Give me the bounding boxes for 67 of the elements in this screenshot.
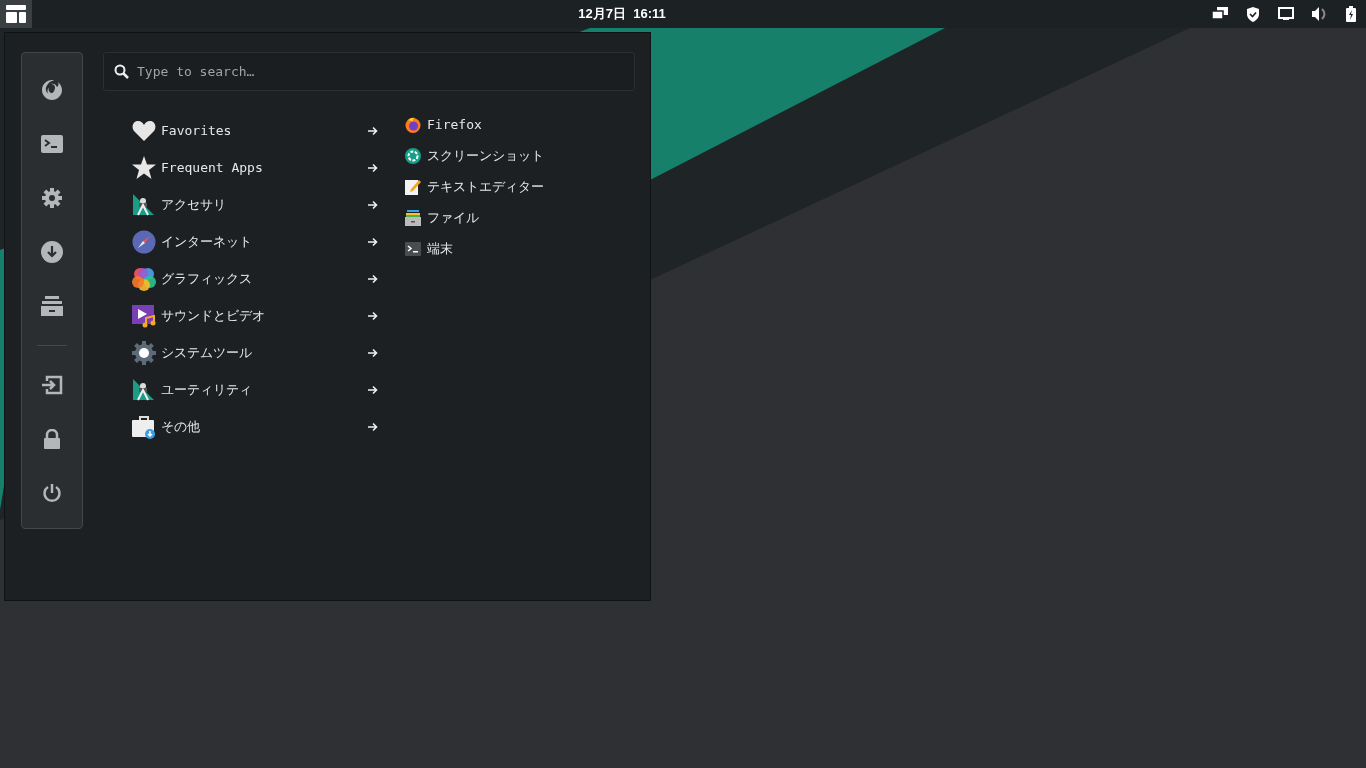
search-icon (114, 64, 129, 79)
film-music-icon (132, 303, 156, 328)
logout-icon (41, 375, 63, 395)
category-label: システムツール (161, 343, 253, 362)
category-label: サウンドとビデオ (161, 306, 266, 325)
volume-icon[interactable] (1312, 7, 1328, 21)
category-label: アクセサリ (161, 195, 227, 214)
app-item[interactable]: 端末 (405, 233, 544, 264)
category-item[interactable]: インターネット (129, 223, 378, 260)
arrow-icon (368, 199, 378, 210)
star-icon (132, 155, 156, 180)
category-item[interactable]: Favorites (129, 112, 378, 149)
category-item[interactable]: その他 (129, 408, 378, 445)
category-item[interactable]: グラフィックス (129, 260, 378, 297)
app-item[interactable]: Firefox (405, 109, 544, 140)
category-item[interactable]: サウンドとビデオ (129, 297, 378, 334)
layout-icon (6, 5, 26, 23)
gear-icon (132, 340, 156, 365)
app-item[interactable]: テキストエディター (405, 171, 544, 202)
app-label: ファイル (427, 208, 479, 227)
arrow-icon (368, 125, 378, 136)
lock-icon (43, 429, 61, 449)
category-label: その他 (161, 417, 201, 436)
category-label: インターネット (161, 232, 253, 251)
drafting-tools-icon (132, 192, 156, 217)
battery-icon[interactable] (1346, 6, 1356, 22)
arrow-icon (368, 310, 378, 321)
terminal-icon (41, 135, 63, 153)
settings-icon (42, 188, 62, 208)
shutter-icon (405, 147, 421, 164)
power-icon (42, 483, 62, 503)
app-item[interactable]: スクリーンショット (405, 140, 544, 171)
category-item[interactable]: システムツール (129, 334, 378, 371)
app-label: 端末 (427, 239, 453, 258)
category-item[interactable]: Frequent Apps (129, 149, 378, 186)
clock[interactable]: 12月7日 16:11 (578, 4, 666, 24)
file-cabinet-icon (41, 296, 63, 316)
fox-globe-icon (405, 116, 421, 133)
category-label: グラフィックス (161, 269, 253, 288)
briefcase-icon (132, 414, 156, 439)
app-label: スクリーンショット (427, 146, 544, 165)
petals-icon (132, 266, 156, 291)
display-icon[interactable] (1278, 7, 1294, 21)
app-item[interactable]: ファイル (405, 202, 544, 233)
arrow-icon (368, 162, 378, 173)
category-label: Frequent Apps (161, 158, 264, 177)
category-item[interactable]: アクセサリ (129, 186, 378, 223)
arrow-icon (368, 347, 378, 358)
download-icon (41, 241, 63, 263)
app-label: テキストエディター (427, 177, 544, 196)
file-cabinet-icon (405, 209, 421, 226)
shield-icon[interactable] (1246, 6, 1260, 22)
category-label: ユーティリティ (161, 380, 253, 399)
drafting-tools-icon (132, 377, 156, 402)
windows-icon[interactable] (1212, 7, 1228, 21)
category-item[interactable]: ユーティリティ (129, 371, 378, 408)
terminal-icon (405, 241, 421, 256)
arrow-icon (368, 384, 378, 395)
menu-button[interactable] (0, 0, 32, 28)
arrow-icon (368, 236, 378, 247)
arrow-icon (368, 273, 378, 284)
app-label: Firefox (427, 115, 482, 134)
heart-icon (132, 119, 156, 142)
compass-icon (132, 229, 156, 254)
arrow-icon (368, 421, 378, 432)
category-label: Favorites (161, 121, 233, 140)
notepad-icon (405, 178, 421, 195)
